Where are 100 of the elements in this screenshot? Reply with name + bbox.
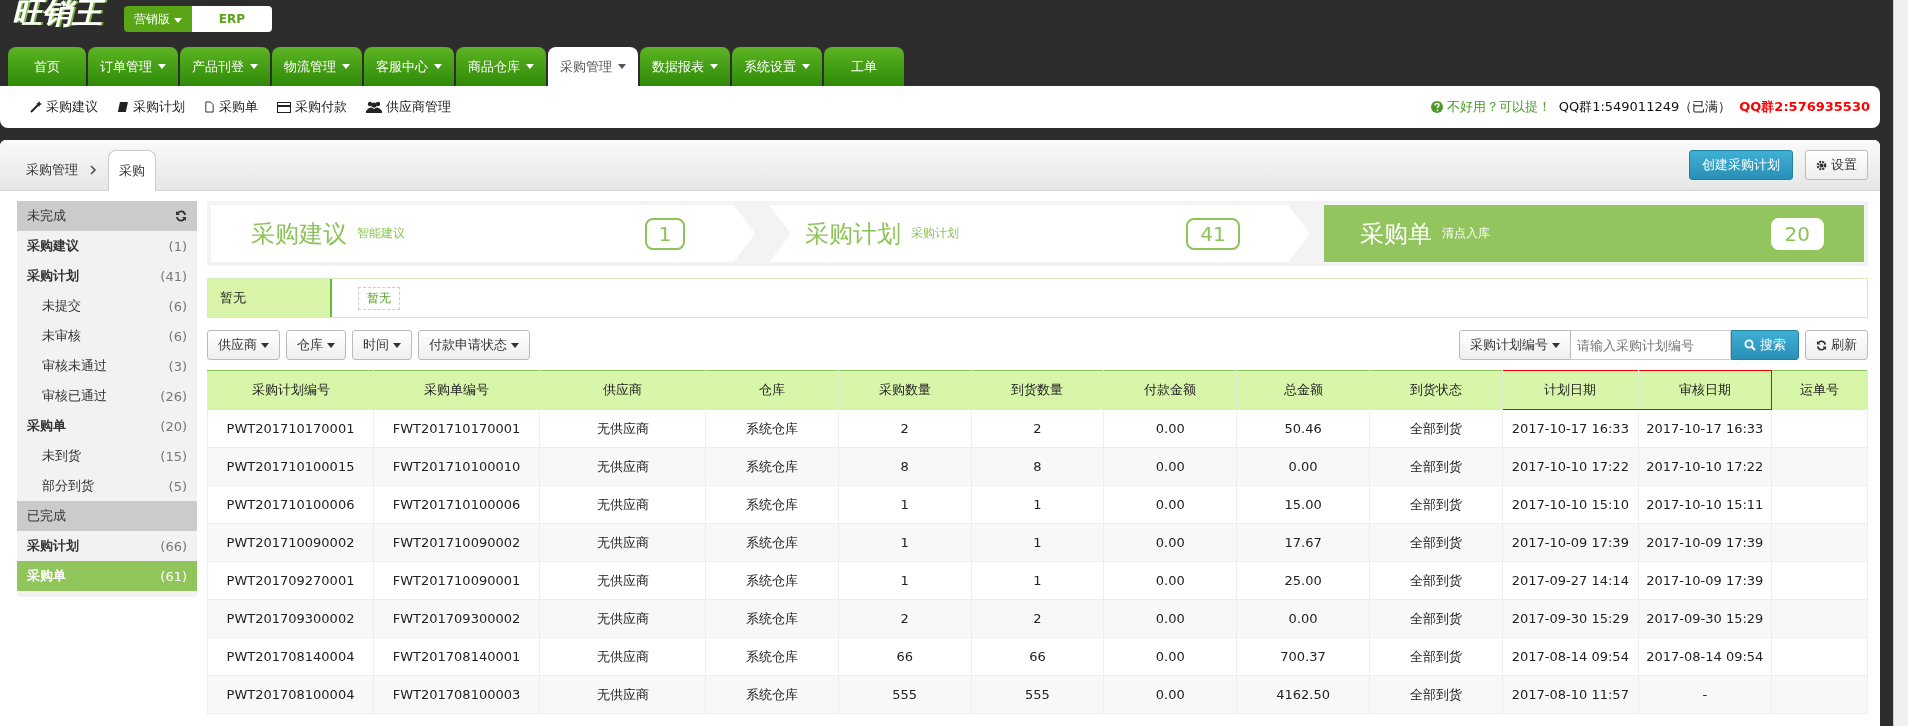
table-cell: 2017-10-09 17:39 (1511, 535, 1629, 550)
wand-icon (30, 101, 42, 113)
step-title: 采购建议 (251, 218, 347, 250)
table-cell: 系统仓库 (745, 534, 798, 550)
sidebar-item[interactable]: 采购单 (20) (17, 411, 197, 441)
nav-tab[interactable]: 首页 (8, 47, 86, 86)
column-header: 付款金额 (1103, 370, 1237, 410)
table-cell: 全部到货 (1409, 648, 1462, 664)
sidebar-item[interactable]: 部分到货 (5) (17, 471, 197, 501)
sub-nav-link[interactable]: 采购建议 (30, 98, 98, 116)
sidebar-item[interactable]: 采购计划 (66) (17, 531, 197, 561)
filter-dropdown[interactable]: 时间 (352, 330, 412, 360)
table-cell: 2017-10-09 17:39 (1646, 573, 1764, 588)
table-cell: 2 (900, 611, 909, 626)
table-cell: 2017-08-14 09:54 (1511, 649, 1629, 664)
table-cell: 2017-10-09 17:39 (1646, 535, 1764, 550)
qq-group-text: QQ群2:576935530 (1739, 98, 1870, 116)
filter-dropdown[interactable]: 付款申请状态 (418, 330, 530, 360)
table-cell: 1 (1033, 535, 1042, 550)
table-cell: 0.00 (1155, 421, 1185, 436)
nav-tab[interactable]: 采购管理 (548, 47, 638, 86)
table-cell: FWT201709300002 (392, 611, 521, 626)
table-cell: PWT201708100004 (226, 687, 355, 702)
table-cell: - (1702, 687, 1708, 702)
table-cell: 无供应商 (596, 458, 649, 474)
sidebar-item[interactable]: 采购计划 (41) (17, 261, 197, 291)
refresh-button[interactable]: 刷新 (1805, 330, 1868, 360)
table-cell: PWT201710100015 (226, 459, 355, 474)
qq-group-text: QQ群1:549011249（已满） (1558, 98, 1732, 116)
table-cell: 15.00 (1284, 497, 1322, 512)
column-header: 计划日期 (1502, 370, 1639, 410)
table-cell: 2017-10-10 15:10 (1511, 497, 1629, 512)
table-cell: 系统仓库 (745, 572, 798, 588)
step-count: 41 (1186, 217, 1240, 250)
table-cell: 系统仓库 (745, 686, 798, 702)
sub-nav-link[interactable]: 采购计划 (117, 98, 185, 116)
sub-nav-link[interactable]: 采购单 (204, 98, 258, 116)
search-field-dropdown[interactable]: 采购计划编号 (1459, 330, 1571, 360)
feedback-link[interactable]: 不好用？可以提！ (1446, 98, 1551, 116)
table-cell: 全部到货 (1409, 610, 1462, 626)
column-header: 采购单编号 (373, 370, 540, 410)
table-cell: 2017-09-27 14:14 (1511, 573, 1629, 588)
table-cell: FWT201710170001 (392, 421, 521, 436)
table-cell: PWT201709300002 (226, 611, 355, 626)
table-cell: 全部到货 (1409, 496, 1462, 512)
breadcrumb-link[interactable]: 采购管理 (26, 150, 78, 190)
scrollbar[interactable] (1893, 0, 1908, 726)
caret-icon (158, 64, 166, 69)
table-cell: 系统仓库 (745, 610, 798, 626)
sidebar-item[interactable]: 未到货 (15) (17, 441, 197, 471)
column-header: 供应商 (539, 370, 706, 410)
table-cell: 无供应商 (596, 420, 649, 436)
step-count: 1 (644, 217, 686, 250)
table-cell: 25.00 (1284, 573, 1322, 588)
column-header: 采购数量 (838, 370, 972, 410)
table-cell: 0.00 (1155, 459, 1185, 474)
sidebar-item[interactable]: 未提交 (6) (17, 291, 197, 321)
sidebar-item[interactable]: 审核未通过 (3) (17, 351, 197, 381)
table-cell: 1 (1033, 497, 1042, 512)
table-cell: FWT201710100010 (392, 459, 521, 474)
table-cell: 2017-10-17 16:33 (1511, 421, 1629, 436)
help-icon (1430, 101, 1443, 113)
table-cell: 1 (900, 535, 909, 550)
sidebar-item[interactable]: 审核已通过 (26) (17, 381, 197, 411)
search-field[interactable]: 请输入采购计划编号 (1571, 330, 1731, 360)
table-cell: 1 (900, 497, 909, 512)
filter-dropdown[interactable]: 供应商 (207, 330, 280, 360)
table-cell: 2017-10-10 15:11 (1646, 497, 1764, 512)
breadcrumb-tab[interactable]: 采购 (108, 150, 156, 191)
table-cell: 无供应商 (596, 686, 649, 702)
table-cell: 555 (892, 687, 918, 702)
table-cell: 0.00 (1155, 535, 1185, 550)
step-count: 20 (1770, 217, 1824, 250)
table-cell: 系统仓库 (745, 458, 798, 474)
sub-nav-link[interactable]: 采购付款 (277, 98, 347, 116)
table-cell: PWT201710100006 (226, 497, 355, 512)
sidebar-item[interactable]: 采购建议 (1) (17, 231, 197, 261)
refresh-icon (1816, 339, 1827, 351)
table-cell: 2017-08-14 09:54 (1646, 649, 1764, 664)
table-cell: 66 (896, 649, 913, 664)
table-cell: PWT201710170001 (226, 421, 355, 436)
column-header: 总金额 (1236, 370, 1370, 410)
table-cell: FWT201708140001 (392, 649, 521, 664)
file-icon (204, 101, 215, 113)
table-cell: 2017-10-10 17:22 (1646, 459, 1764, 474)
column-header: 采购计划编号 (207, 370, 374, 410)
caret-icon (618, 64, 626, 69)
table-cell: 50.46 (1284, 421, 1322, 436)
users-icon (366, 101, 382, 113)
table-cell: 0.00 (1155, 497, 1185, 512)
column-header: 到货状态 (1369, 370, 1503, 410)
refresh-icon (175, 210, 187, 222)
sub-nav-link[interactable]: 供应商管理 (366, 98, 451, 116)
table-cell: 0.00 (1155, 649, 1185, 664)
filter-dropdown[interactable]: 仓库 (286, 330, 346, 360)
settings-button[interactable]: 设置 (1805, 150, 1868, 180)
sidebar-item[interactable]: 未审核 (6) (17, 321, 197, 351)
card-icon (277, 101, 291, 113)
table-cell: 全部到货 (1409, 458, 1462, 474)
caret-icon (250, 64, 258, 69)
